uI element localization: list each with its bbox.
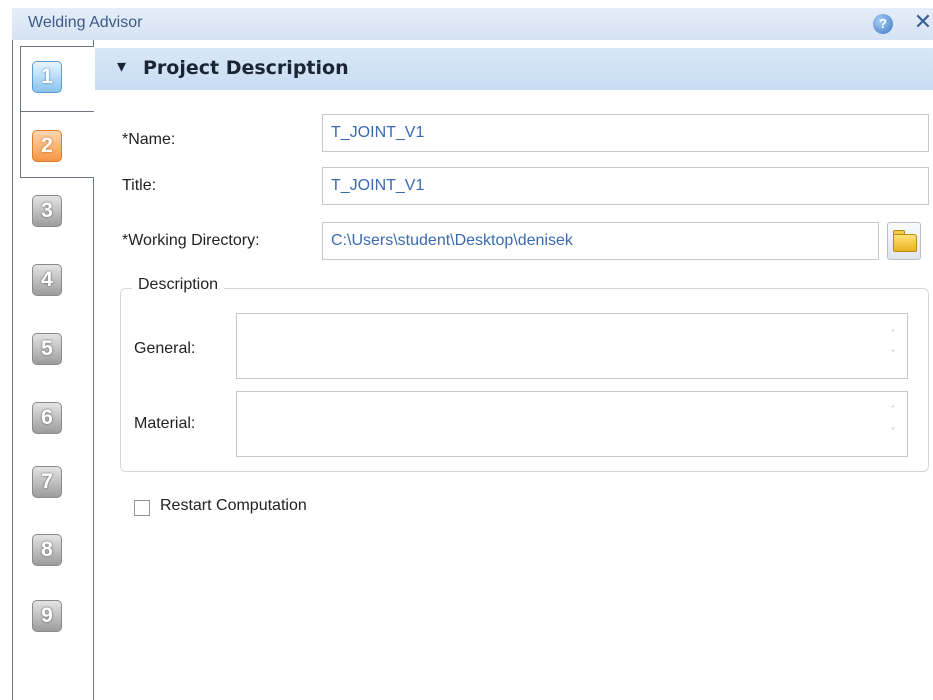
title-bar: Welding Advisor ? ✕ [12, 8, 933, 40]
general-textarea[interactable]: ˄ ˅ [236, 313, 908, 379]
material-scroll-up-icon[interactable]: ˄ [887, 404, 899, 418]
material-label: Material: [134, 415, 196, 432]
step-6-button[interactable]: 6 [32, 402, 62, 434]
step-navigation: 1 2 3 4 5 6 7 8 9 [12, 40, 94, 700]
title-input[interactable]: T_JOINT_V1 [322, 167, 929, 205]
name-input[interactable]: T_JOINT_V1 [322, 114, 929, 152]
restart-computation-checkbox[interactable] [134, 500, 150, 516]
step-1-button[interactable]: 1 [32, 61, 62, 93]
working-directory-input[interactable]: C:\Users\student\Desktop\denisek [322, 222, 879, 260]
name-label: *Name: [122, 131, 176, 148]
step-4-button[interactable]: 4 [32, 264, 62, 296]
restart-computation-label[interactable]: Restart Computation [160, 497, 307, 515]
section-title: Project Description [143, 57, 349, 79]
general-scroll-up-icon[interactable]: ˄ [887, 328, 899, 342]
collapse-arrow-icon[interactable]: ▾ [117, 56, 126, 77]
title-label: Title: [122, 177, 157, 194]
description-legend: Description [132, 276, 225, 294]
close-icon[interactable]: ✕ [911, 10, 933, 34]
step-9-button[interactable]: 9 [32, 600, 62, 632]
step-8-button[interactable]: 8 [32, 534, 62, 566]
step-2-button[interactable]: 2 [32, 130, 62, 162]
step-3-button[interactable]: 3 [32, 195, 62, 227]
help-icon[interactable]: ? [873, 14, 893, 34]
working-directory-label: *Working Directory: [122, 232, 260, 249]
general-label: General: [134, 340, 196, 357]
window-title: Welding Advisor [28, 14, 143, 31]
folder-body [893, 234, 917, 252]
material-scroll-down-icon[interactable]: ˅ [887, 426, 899, 440]
project-description-header[interactable]: ▾ Project Description [95, 48, 933, 90]
welding-advisor-window: Welding Advisor ? ✕ 1 2 3 4 5 6 7 8 9 ▾ … [0, 0, 933, 700]
general-scroll-down-icon[interactable]: ˅ [887, 348, 899, 362]
material-textarea[interactable]: ˄ ˅ [236, 391, 908, 457]
step-5-button[interactable]: 5 [32, 333, 62, 365]
browse-folder-button[interactable] [887, 222, 921, 260]
step-7-button[interactable]: 7 [32, 466, 62, 498]
